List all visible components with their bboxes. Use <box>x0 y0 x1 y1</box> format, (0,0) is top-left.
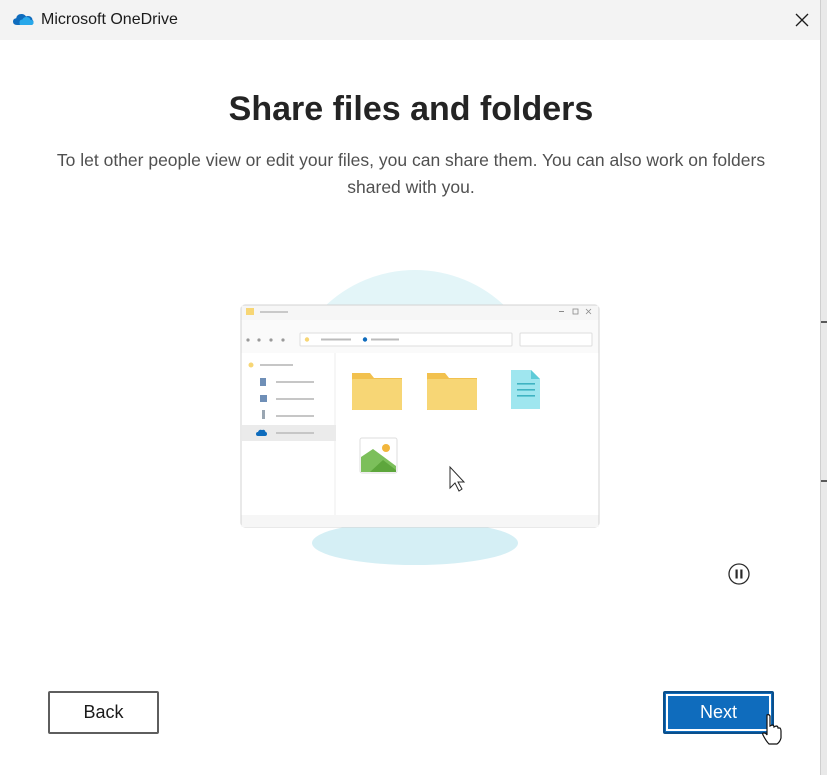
window-title: Microsoft OneDrive <box>41 11 178 28</box>
document-icon <box>511 370 540 409</box>
back-button[interactable]: Back <box>48 691 159 734</box>
page-title: Share files and folders <box>228 90 594 128</box>
close-button[interactable] <box>786 4 818 36</box>
folder-icon <box>352 373 402 410</box>
image-icon <box>359 437 398 474</box>
onedrive-cloud-icon <box>13 14 34 25</box>
file-explorer-illustration <box>240 270 600 565</box>
mouse-cursor-icon <box>762 714 782 745</box>
explorer-window <box>240 304 600 528</box>
next-button[interactable]: Next <box>663 691 774 734</box>
page-description: To let other people view or edit your fi… <box>56 150 766 197</box>
folder-icon <box>427 373 477 410</box>
title-bar: Microsoft OneDrive <box>0 0 820 40</box>
pause-icon[interactable] <box>727 562 751 586</box>
close-icon <box>795 13 809 27</box>
